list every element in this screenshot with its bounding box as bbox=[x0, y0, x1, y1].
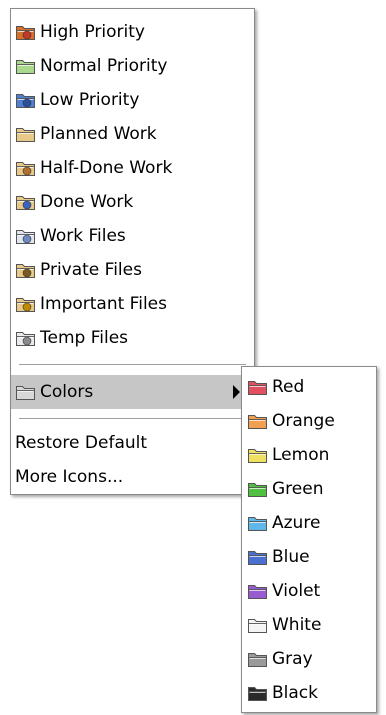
menu-item-gray[interactable]: Gray bbox=[242, 642, 376, 676]
context-menu: High Priority Normal Priority Low Priority… bbox=[10, 8, 255, 495]
menu-item-label: Black bbox=[272, 683, 318, 703]
menu-item-label: Red bbox=[272, 377, 305, 397]
important-files-folder-icon bbox=[15, 294, 37, 314]
menu-item-label: Important Files bbox=[40, 294, 167, 314]
menu-item-label: High Priority bbox=[40, 22, 145, 42]
orange-folder-icon bbox=[247, 411, 269, 431]
menu-item-azure[interactable]: Azure bbox=[242, 506, 376, 540]
menu-separator bbox=[19, 418, 246, 420]
lemon-folder-icon bbox=[247, 445, 269, 465]
more-icons-menu-item[interactable]: More Icons... bbox=[11, 460, 254, 494]
low-priority-folder-icon bbox=[15, 90, 37, 110]
red-folder-icon bbox=[247, 377, 269, 397]
submenu-arrow-icon bbox=[233, 385, 240, 399]
violet-folder-icon bbox=[247, 581, 269, 601]
menu-item-label: Private Files bbox=[40, 260, 142, 280]
menu-item-label: Half-Done Work bbox=[40, 158, 173, 178]
menu-item-private-files[interactable]: Private Files bbox=[11, 253, 254, 287]
black-folder-icon bbox=[247, 683, 269, 703]
restore-default-label: Restore Default bbox=[15, 433, 148, 453]
colors-menu-item[interactable]: Colors bbox=[11, 375, 254, 409]
menu-item-violet[interactable]: Violet bbox=[242, 574, 376, 608]
menu-item-lemon[interactable]: Lemon bbox=[242, 438, 376, 472]
done-work-folder-icon bbox=[15, 192, 37, 212]
planned-work-folder-icon bbox=[15, 124, 37, 144]
menu-item-orange[interactable]: Orange bbox=[242, 404, 376, 438]
private-files-folder-icon bbox=[15, 260, 37, 280]
restore-default-menu-item[interactable]: Restore Default bbox=[11, 426, 254, 460]
menu-item-label: Low Priority bbox=[40, 90, 140, 110]
menu-item-black[interactable]: Black bbox=[242, 676, 376, 710]
menu-item-label: Normal Priority bbox=[40, 56, 168, 76]
gray-folder-icon bbox=[247, 649, 269, 669]
menu-item-red[interactable]: Red bbox=[242, 370, 376, 404]
menu-item-label: Lemon bbox=[272, 445, 330, 465]
menu-item-temp-files[interactable]: Temp Files bbox=[11, 321, 254, 355]
high-priority-folder-icon bbox=[15, 22, 37, 42]
menu-item-label: Temp Files bbox=[40, 328, 129, 348]
menu-item-green[interactable]: Green bbox=[242, 472, 376, 506]
menu-item-label: Blue bbox=[272, 547, 310, 567]
more-icons-label: More Icons... bbox=[15, 467, 124, 487]
normal-priority-folder-icon bbox=[15, 56, 37, 76]
menu-item-blue[interactable]: Blue bbox=[242, 540, 376, 574]
menu-item-label: Green bbox=[272, 479, 324, 499]
menu-item-label: White bbox=[272, 615, 322, 635]
menu-item-label: Done Work bbox=[40, 192, 134, 212]
colors-folder-icon bbox=[15, 382, 37, 402]
menu-item-label: Azure bbox=[272, 513, 321, 533]
menu-item-low-priority[interactable]: Low Priority bbox=[11, 83, 254, 117]
menu-item-work-files[interactable]: Work Files bbox=[11, 219, 254, 253]
menu-item-label: Work Files bbox=[40, 226, 126, 246]
azure-folder-icon bbox=[247, 513, 269, 533]
green-folder-icon bbox=[247, 479, 269, 499]
blue-folder-icon bbox=[247, 547, 269, 567]
menu-item-label: Violet bbox=[272, 581, 321, 601]
menu-item-half-done-work[interactable]: Half-Done Work bbox=[11, 151, 254, 185]
menu-item-label: Orange bbox=[272, 411, 335, 431]
half-done-work-folder-icon bbox=[15, 158, 37, 178]
temp-files-icon bbox=[15, 328, 37, 348]
menu-item-planned-work[interactable]: Planned Work bbox=[11, 117, 254, 151]
menu-item-high-priority[interactable]: High Priority bbox=[11, 15, 254, 49]
menu-item-important-files[interactable]: Important Files bbox=[11, 287, 254, 321]
menu-item-label: Planned Work bbox=[40, 124, 157, 144]
work-files-icon bbox=[15, 226, 37, 246]
menu-item-normal-priority[interactable]: Normal Priority bbox=[11, 49, 254, 83]
menu-item-white[interactable]: White bbox=[242, 608, 376, 642]
colors-menu-item-label: Colors bbox=[40, 382, 94, 402]
menu-item-label: Gray bbox=[272, 649, 313, 669]
menu-separator bbox=[19, 364, 246, 366]
colors-submenu: Red Orange Lemon Green Azure Blue Violet White G… bbox=[241, 366, 377, 713]
white-folder-icon bbox=[247, 615, 269, 635]
menu-item-done-work[interactable]: Done Work bbox=[11, 185, 254, 219]
